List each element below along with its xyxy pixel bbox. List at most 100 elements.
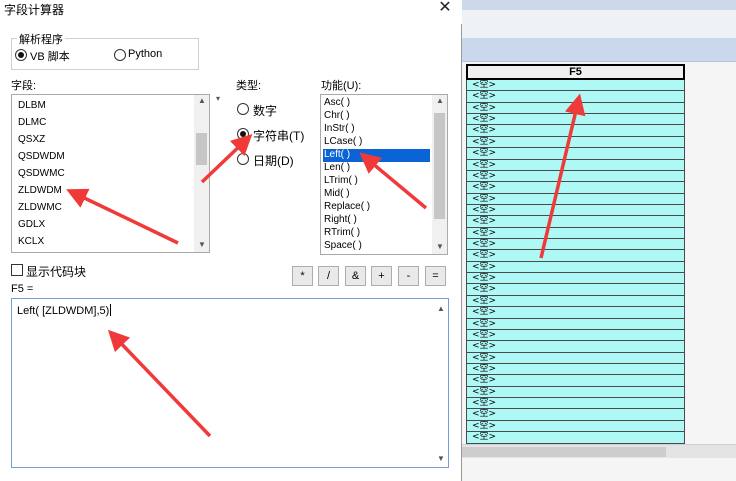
function-item[interactable]: LCase( ) — [323, 136, 362, 149]
table-row[interactable]: <空> — [466, 386, 685, 399]
table-row[interactable]: <空> — [466, 114, 685, 126]
background-tab-band — [462, 38, 736, 62]
table-row[interactable]: <空> — [466, 239, 685, 251]
column-header-f5[interactable]: F5 — [466, 64, 685, 80]
scroll-down-icon[interactable]: ▼ — [434, 243, 446, 251]
table-row[interactable]: <空> — [466, 341, 685, 353]
parser-vbscript-radio[interactable] — [15, 49, 27, 61]
type-number-label[interactable]: 数字 — [253, 102, 277, 119]
show-code-block-label[interactable]: 显示代码块 — [26, 263, 86, 280]
function-item[interactable]: Replace( ) — [323, 201, 370, 214]
table-row[interactable]: <空> — [466, 273, 685, 285]
function-item[interactable]: LTrim( ) — [323, 175, 358, 188]
operator-minus-button[interactable]: - — [398, 266, 419, 286]
expression-text[interactable]: Left( [ZLDWDM],5) — [17, 304, 112, 317]
table-row[interactable]: <空> — [466, 148, 685, 160]
table-row[interactable]: <空> — [466, 159, 685, 171]
operator-concat-button[interactable]: & — [345, 266, 366, 286]
function-item[interactable]: Asc( ) — [323, 97, 350, 110]
functions-listbox[interactable]: Asc( ) Chr( ) InStr( ) LCase( ) Left( ) … — [320, 94, 448, 255]
field-item[interactable]: QSDWDM — [18, 151, 65, 162]
type-date-label[interactable]: 日期(D) — [253, 152, 294, 169]
field-item[interactable]: GDLX — [18, 219, 45, 230]
table-row[interactable]: <空> — [466, 420, 685, 433]
functions-scroll-thumb[interactable] — [434, 113, 445, 219]
expression-textarea[interactable]: Left( [ZLDWDM],5) ▲ ▼ — [11, 298, 449, 468]
parser-vbscript-label[interactable]: VB 脚本 — [30, 48, 70, 64]
table-row[interactable]: <空> — [466, 409, 685, 421]
field-item[interactable]: QSXZ — [18, 134, 45, 145]
dialog-title: 字段计算器 — [4, 3, 65, 17]
table-row[interactable]: <空> — [466, 329, 685, 342]
table-scroll-thumb[interactable] — [462, 447, 666, 457]
type-date-radio[interactable] — [237, 153, 249, 165]
table-row[interactable]: <空> — [466, 204, 685, 217]
type-string-radio[interactable] — [237, 128, 249, 140]
operator-divide-button[interactable]: / — [318, 266, 339, 286]
parser-python-label[interactable]: Python — [128, 48, 162, 60]
operator-equals-button[interactable]: = — [425, 266, 446, 286]
fields-listbox[interactable]: DLBM DLMC QSXZ QSDWDM QSDWMC ZLDWDM ZLDW… — [11, 94, 210, 253]
function-item[interactable]: Right( ) — [323, 214, 357, 227]
expression-label: F5 = — [11, 283, 34, 295]
table-row[interactable]: <空> — [466, 125, 685, 137]
table-rows: <空> <空> <空> <空> <空> <空> <空> <空> <空> <空> <空> <空> <空> <… — [466, 80, 685, 444]
functions-scrollbar[interactable]: ▲ ▼ — [432, 95, 447, 254]
field-item[interactable]: DLMC — [18, 117, 46, 128]
title-bar: 字段计算器 ✕ — [0, 0, 462, 24]
table-row[interactable]: <空> — [466, 352, 685, 364]
function-item[interactable]: RTrim( ) — [323, 227, 360, 240]
operator-multiply-button[interactable]: * — [292, 266, 313, 286]
close-button[interactable]: ✕ — [430, 0, 460, 20]
field-item[interactable]: DLBM — [18, 100, 46, 111]
table-row[interactable]: <空> — [466, 102, 685, 115]
scroll-down-icon[interactable]: ▼ — [196, 241, 208, 249]
table-row[interactable]: <空> — [466, 216, 685, 228]
scroll-up-icon[interactable]: ▲ — [434, 97, 446, 105]
fields-scroll-thumb[interactable] — [196, 133, 207, 165]
parser-python-radio[interactable] — [114, 49, 126, 61]
type-string-label[interactable]: 字符串(T) — [253, 127, 304, 144]
table-row[interactable]: <空> — [466, 136, 685, 149]
function-item[interactable]: Len( ) — [323, 162, 350, 175]
screen: F5 <空> <空> <空> <空> <空> <空> <空> <空> <空> <空> <空> <空> <… — [0, 0, 736, 481]
table-row[interactable]: <空> — [466, 307, 685, 319]
table-row[interactable]: <空> — [466, 227, 685, 240]
function-item[interactable]: Mid( ) — [323, 188, 350, 201]
table-row[interactable]: <空> — [466, 398, 685, 410]
table-row[interactable]: <空> — [466, 250, 685, 262]
table-row[interactable]: <空> — [466, 182, 685, 194]
field-item-zldwdm[interactable]: ZLDWDM — [18, 185, 62, 196]
function-item[interactable]: Chr( ) — [323, 110, 350, 123]
function-item-left-selected[interactable]: Left( ) — [323, 149, 430, 162]
table-row[interactable]: <空> — [466, 170, 685, 183]
show-code-block-checkbox[interactable] — [11, 264, 23, 276]
fields-scrollbar[interactable]: ▲ ▼ — [194, 95, 209, 252]
parser-group-label: 解析程序 — [17, 31, 65, 47]
operator-plus-button[interactable]: + — [371, 266, 392, 286]
table-row[interactable]: <空> — [466, 295, 685, 308]
table-row[interactable]: <空> — [466, 432, 685, 444]
table-row[interactable]: <空> — [466, 261, 685, 274]
table-row[interactable]: <空> — [466, 284, 685, 296]
scroll-down-icon[interactable]: ▼ — [435, 455, 447, 463]
type-label: 类型: — [236, 80, 262, 92]
field-item[interactable]: KCLX — [18, 236, 44, 247]
function-item[interactable]: InStr( ) — [323, 123, 355, 136]
background-toolbar — [462, 0, 736, 10]
list-menu-icon[interactable]: ▾ — [212, 95, 224, 103]
table-row[interactable]: <空> — [466, 363, 685, 376]
function-item[interactable]: Space( ) — [323, 240, 362, 253]
table-row[interactable]: <空> — [466, 80, 685, 92]
field-item[interactable]: ZLDWMC — [18, 202, 62, 213]
field-item[interactable]: QSDWMC — [18, 168, 65, 179]
table-row[interactable]: <空> — [466, 91, 685, 103]
table-horizontal-scrollbar[interactable] — [462, 444, 736, 458]
table-row[interactable]: <空> — [466, 375, 685, 387]
table-row[interactable]: <空> — [466, 193, 685, 205]
scroll-up-icon[interactable]: ▲ — [435, 305, 447, 313]
attribute-table: F5 <空> <空> <空> <空> <空> <空> <空> <空> <空> <空> <空> <空> <… — [466, 64, 685, 448]
scroll-up-icon[interactable]: ▲ — [196, 97, 208, 105]
table-row[interactable]: <空> — [466, 318, 685, 330]
type-number-radio[interactable] — [237, 103, 249, 115]
